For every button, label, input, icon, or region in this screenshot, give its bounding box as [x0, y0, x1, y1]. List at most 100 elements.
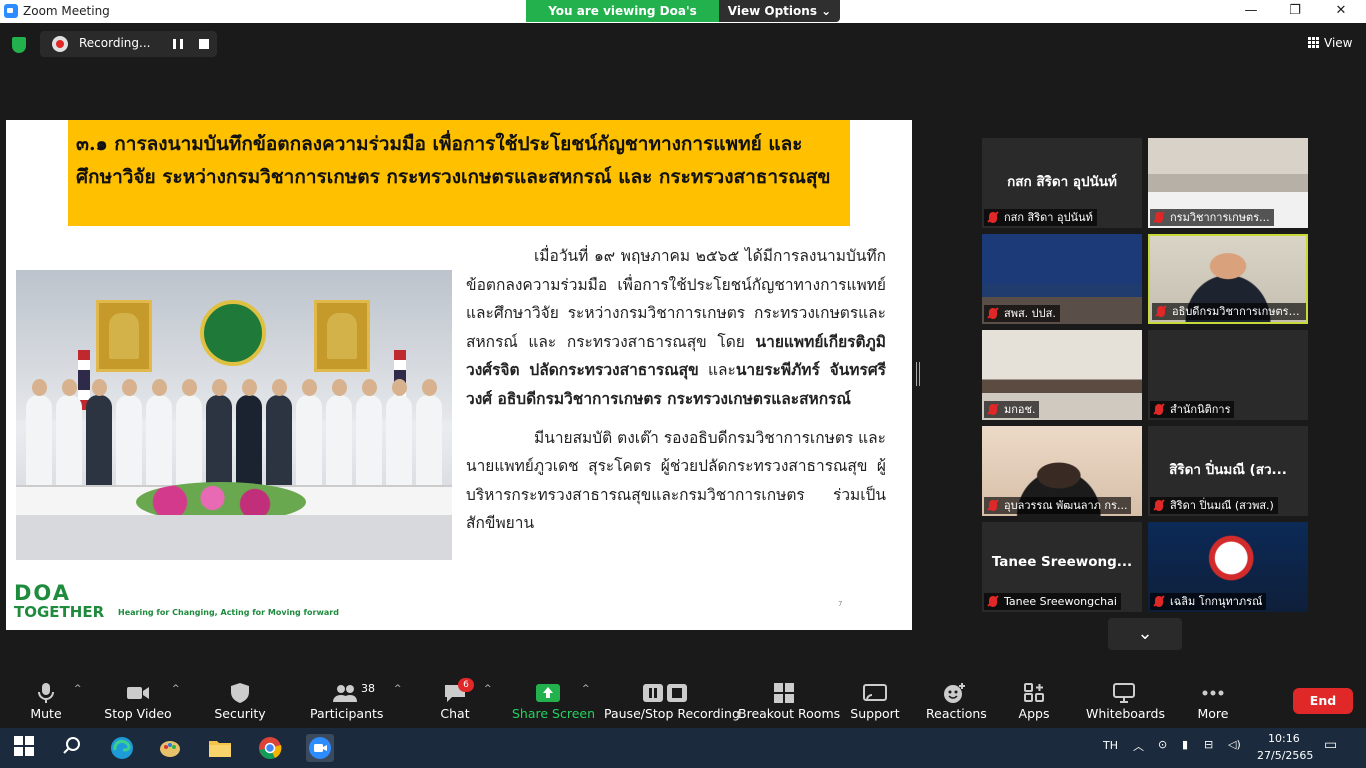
support-button[interactable]: Support: [850, 676, 900, 728]
participant-name: กรมวิชาการเกษตร...: [1170, 211, 1270, 224]
chat-options-caret[interactable]: ^: [484, 684, 492, 694]
logo-doa-text: DOA: [14, 581, 71, 605]
clock-date[interactable]: 27/5/2565: [1257, 749, 1313, 762]
panel-splitter-handle[interactable]: [916, 362, 920, 386]
view-button[interactable]: View: [1308, 36, 1352, 50]
participant-name: อธิบดีกรมวิชาการเกษตร (...: [1172, 305, 1306, 318]
microphone-tray-icon[interactable]: ▮: [1182, 738, 1188, 751]
maximize-button[interactable]: ❐: [1272, 2, 1318, 22]
edge-browser-icon[interactable]: [110, 736, 134, 760]
chrome-icon[interactable]: [258, 736, 282, 760]
video-options-caret[interactable]: ^: [172, 684, 180, 694]
pause-recording-icon[interactable]: [173, 39, 183, 49]
network-icon[interactable]: ⊟: [1204, 738, 1213, 751]
muted-mic-icon: [989, 596, 997, 607]
muted-mic-icon: [1155, 404, 1163, 415]
audio-options-caret[interactable]: ^: [74, 684, 82, 694]
breakout-rooms-button[interactable]: Breakout Rooms: [738, 676, 840, 728]
microphone-icon: [34, 682, 58, 703]
participant-name: กสก สิริดา อุปนันท์: [1004, 211, 1093, 224]
zoom-taskbar-icon[interactable]: [306, 734, 334, 762]
close-button[interactable]: ✕: [1318, 2, 1364, 22]
minimize-button[interactable]: —: [1228, 2, 1274, 22]
participant-name: สิริดา ปิ่นมณี (สวพส.): [1170, 499, 1274, 512]
more-button[interactable]: More: [1192, 676, 1234, 728]
view-options-button[interactable]: View Options ⌄: [719, 0, 840, 22]
participants-options-caret[interactable]: ^: [394, 684, 402, 694]
chat-unread-badge: 6: [458, 678, 474, 692]
participant-name: เฉลิม โกกนุทาภรณ์: [1170, 595, 1263, 608]
whiteboards-button[interactable]: Whiteboards: [1086, 676, 1165, 728]
participant-tile[interactable]: อธิบดีกรมวิชาการเกษตร (...: [1148, 234, 1308, 324]
viewing-screen-label: You are viewing Doa's screen: [526, 0, 719, 40]
volume-icon[interactable]: ◁): [1228, 738, 1241, 751]
view-label: View: [1324, 36, 1353, 50]
whiteboard-icon: [1112, 682, 1136, 703]
participant-name-label: สำนักนิติการ: [1150, 401, 1235, 418]
tray-chevron-up-icon[interactable]: ︿: [1133, 738, 1144, 754]
participant-tile[interactable]: กสก สิริดา อุปนันท์ กสก สิริดา อุปนันท์: [982, 138, 1142, 228]
muted-mic-icon: [989, 212, 997, 223]
participant-tile[interactable]: สพส. ปปส.: [982, 234, 1142, 324]
participant-tile[interactable]: อุบลวรรณ พัฒนลาภ กร...: [982, 426, 1142, 516]
slide-heading-box: ๓.๑ การลงนามบันทึกข้อตกลงความร่วมมือ เพื…: [68, 120, 850, 226]
shared-screen-slide: ๓.๑ การลงนามบันทึกข้อตกลงความร่วมมือ เพื…: [6, 120, 912, 630]
screen-share-banner: You are viewing Doa's screen View Option…: [526, 0, 840, 40]
more-dots-icon: [1201, 682, 1225, 702]
participant-name-label: อธิบดีกรมวิชาการเกษตร (...: [1152, 303, 1306, 320]
para1-and: และ: [698, 361, 736, 380]
participant-name-label: กรมวิชาการเกษตร...: [1150, 209, 1274, 226]
apps-button[interactable]: Apps: [1014, 676, 1054, 728]
search-icon[interactable]: [62, 736, 86, 760]
participant-name-label: มกอช.: [984, 401, 1040, 418]
share-options-caret[interactable]: ^: [582, 684, 590, 694]
participants-count: 38: [361, 682, 375, 695]
file-explorer-icon[interactable]: [208, 736, 232, 760]
participant-tile[interactable]: เฉลิม โกกนุทาภรณ์: [1148, 522, 1308, 612]
participant-tile[interactable]: กรมวิชาการเกษตร...: [1148, 138, 1308, 228]
apps-icon: [1022, 682, 1046, 702]
muted-mic-icon: [1157, 306, 1165, 317]
muted-mic-icon: [1155, 500, 1163, 511]
windows-start-icon[interactable]: [14, 736, 38, 760]
para2-text: มีนายสมบัติ ตงเต๊า รองอธิบดีกรมวิชาการเก…: [466, 428, 886, 533]
slide-heading: ๓.๑ การลงนามบันทึกข้อตกลงความร่วมมือ เพื…: [76, 133, 831, 188]
reactions-button[interactable]: Reactions: [926, 676, 987, 728]
gallery-next-page-button[interactable]: ⌄: [1108, 618, 1182, 650]
input-language[interactable]: TH: [1103, 739, 1118, 752]
slide-page-number: 7: [838, 600, 843, 608]
muted-mic-icon: [989, 500, 997, 511]
stop-video-button[interactable]: Stop Video: [104, 676, 172, 728]
signing-ceremony-photo: [16, 270, 452, 560]
participant-display-name: Tanee Sreewong...: [991, 554, 1133, 570]
camera-tray-icon[interactable]: ⊙: [1158, 738, 1167, 751]
logo-together-text: TOGETHER: [14, 603, 105, 621]
paint-icon[interactable]: [158, 736, 182, 760]
end-meeting-button[interactable]: End: [1293, 688, 1353, 714]
participant-display-name: สิริดา ปิ่นมณี (สว...: [1169, 462, 1287, 478]
share-screen-button[interactable]: Share Screen: [512, 676, 595, 728]
chevron-down-icon: ⌄: [1137, 623, 1153, 644]
participant-tile[interactable]: มกอช.: [982, 330, 1142, 420]
security-button[interactable]: Security: [214, 676, 266, 728]
participant-tile[interactable]: สิริดา ปิ่นมณี (สว... สิริดา ปิ่นมณี (สวพ…: [1148, 426, 1308, 516]
recording-dot-icon: [52, 36, 68, 52]
mute-button[interactable]: Mute: [22, 676, 70, 728]
stop-recording-icon[interactable]: [199, 39, 209, 49]
muted-mic-icon: [1155, 212, 1163, 223]
encryption-shield-icon[interactable]: [12, 37, 26, 53]
muted-mic-icon: [989, 308, 997, 319]
meeting-top-bar: Recording... View: [0, 23, 1366, 65]
notifications-icon[interactable]: ▭: [1324, 737, 1337, 753]
recording-label: Recording...: [79, 36, 151, 50]
participant-tile[interactable]: Tanee Sreewong... Tanee Sreewongchai: [982, 522, 1142, 612]
participant-name-label: เฉลิม โกกนุทาภรณ์: [1150, 593, 1267, 610]
pause-stop-recording-button[interactable]: Pause/Stop Recording: [604, 676, 740, 728]
pause-stop-icon: [641, 682, 689, 702]
participant-tile[interactable]: สำนักนิติการ: [1148, 330, 1308, 420]
share-screen-icon: [536, 682, 560, 702]
participant-name-label: อุบลวรรณ พัฒนลาภ กร...: [984, 497, 1132, 514]
window-title: Zoom Meeting: [23, 4, 110, 18]
clock-time[interactable]: 10:16: [1268, 732, 1300, 745]
doa-emblem-icon: [200, 300, 266, 366]
